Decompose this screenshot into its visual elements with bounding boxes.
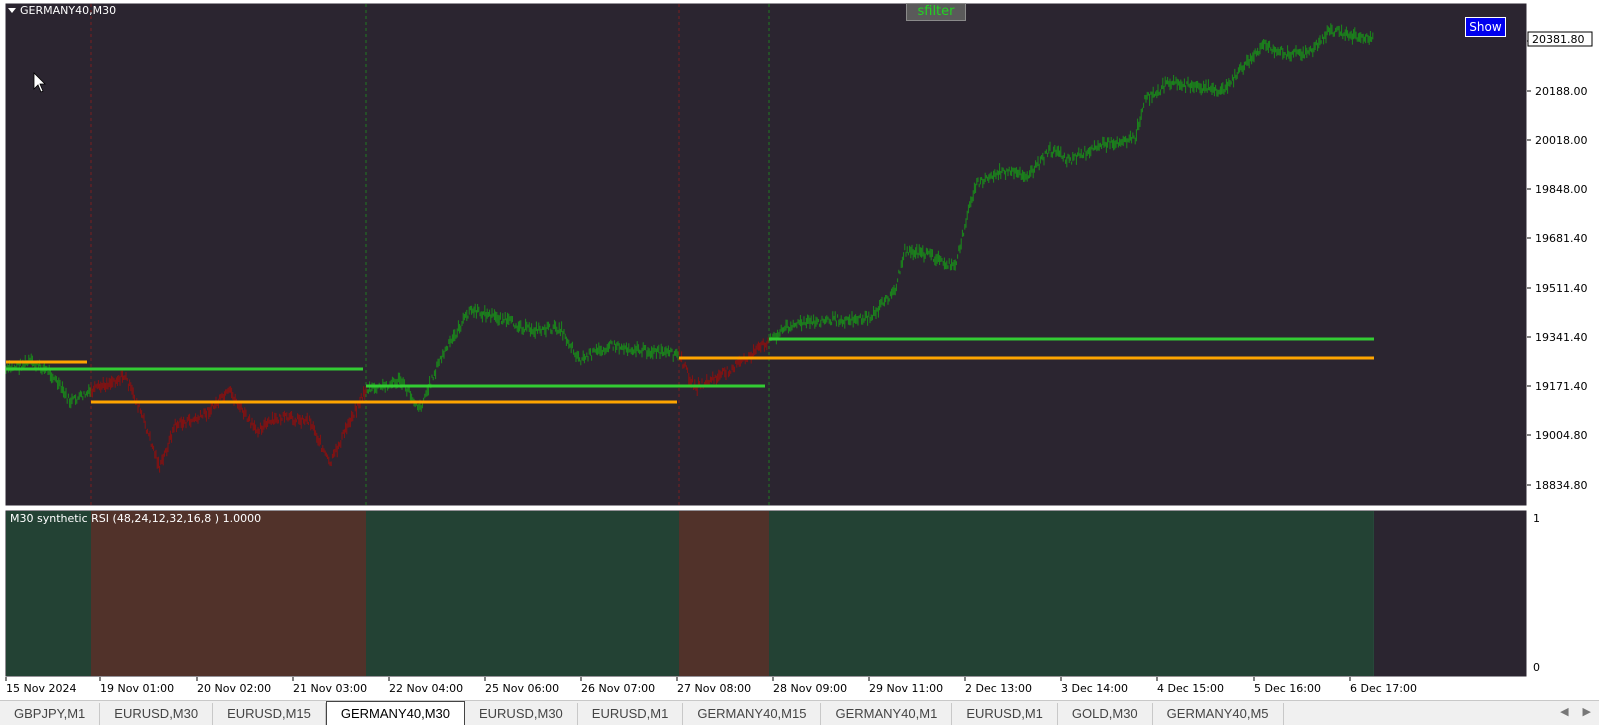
terminal-window: 20358.0020188.0020018.0019848.0019681.40… (0, 0, 1599, 725)
tab-eurusd-m1[interactable]: EURUSD,M1 (578, 703, 684, 725)
tab-scroll-left-icon[interactable]: ◀ (1560, 705, 1568, 718)
sfilter-button[interactable]: sfilter (906, 3, 966, 21)
time-tick-label: 28 Nov 09:00 (773, 682, 847, 695)
time-tick-label: 29 Nov 11:00 (869, 682, 943, 695)
tab-gold-m30[interactable]: GOLD,M30 (1058, 703, 1153, 725)
indicator-label: M30 synthetic RSI (48,24,12,32,16,8 ) 1.… (10, 512, 262, 525)
time-tick-label: 4 Dec 15:00 (1157, 682, 1224, 695)
tab-scroll-right-icon[interactable]: ▶ (1583, 705, 1591, 718)
price-tick-label: 19004.80 (1535, 429, 1588, 442)
time-tick-label: 22 Nov 04:00 (389, 682, 463, 695)
chart-tabs-bar: GBPJPY,M1 EURUSD,M30 EURUSD,M15 GERMANY40,M… (0, 700, 1599, 725)
chart-symbol-label: GERMANY40,M30 (20, 4, 117, 17)
time-axis: 15 Nov 2024 19 Nov 01:00 20 Nov 02:00 21 No… (5, 677, 1417, 695)
time-tick-label: 3 Dec 14:00 (1061, 682, 1128, 695)
dropdown-triangle-icon (8, 8, 16, 13)
price-tick-label: 20188.00 (1535, 85, 1588, 98)
time-tick-label: 5 Dec 16:00 (1254, 682, 1321, 695)
price-tick-label: 19511.40 (1535, 282, 1588, 295)
price-axis: 20358.0020188.0020018.0019848.0019681.40… (1527, 35, 1588, 492)
tab-gbpjpy-m1[interactable]: GBPJPY,M1 (0, 703, 101, 725)
price-tick-label: 19681.40 (1535, 232, 1588, 245)
time-tick-label: 25 Nov 06:00 (485, 682, 559, 695)
price-tick-label: 19341.40 (1535, 331, 1588, 344)
price-tick-label: 19848.00 (1535, 183, 1588, 196)
indicator-bars (5, 511, 1374, 676)
time-tick-label: 6 Dec 17:00 (1350, 682, 1417, 695)
tab-germany40-m15[interactable]: GERMANY40,M15 (683, 703, 822, 725)
time-tick-label: 15 Nov 2024 (6, 682, 76, 695)
time-tick-label: 26 Nov 07:00 (581, 682, 655, 695)
tab-germany40-m30[interactable]: GERMANY40,M30 (325, 701, 465, 725)
tab-eurusd-m15[interactable]: EURUSD,M15 (213, 703, 326, 725)
show-button[interactable]: Show (1465, 17, 1506, 37)
tab-eurusd-m30[interactable]: EURUSD,M30 (465, 703, 578, 725)
time-tick-label: 2 Dec 13:00 (965, 682, 1032, 695)
time-tick-label: 27 Nov 08:00 (677, 682, 751, 695)
tab-eurusd-m30[interactable]: EURUSD,M30 (100, 703, 214, 725)
tab-germany40-m1[interactable]: GERMANY40,M1 (821, 703, 953, 725)
price-tick-label: 19171.40 (1535, 380, 1588, 393)
price-tick-label: 20018.00 (1535, 134, 1588, 147)
current-price-tag: 20381.80 (1532, 33, 1585, 46)
indicator-scale-bottom: 0 (1533, 661, 1540, 674)
time-tick-label: 20 Nov 02:00 (197, 682, 271, 695)
tab-eurusd-m1[interactable]: EURUSD,M1 (952, 703, 1058, 725)
chart-symbol-title[interactable]: GERMANY40,M30 (8, 4, 116, 17)
tab-scroll-arrows: ◀ ▶ (1560, 705, 1591, 718)
chart-area[interactable]: 20358.0020188.0020018.0019848.0019681.40… (0, 0, 1599, 700)
main-chart-background (4, 2, 1528, 507)
time-tick-label: 19 Nov 01:00 (100, 682, 174, 695)
indicator-scale-top: 1 (1533, 512, 1540, 525)
tab-germany40-m5[interactable]: GERMANY40,M5 (1153, 703, 1284, 725)
price-tick-label: 18834.80 (1535, 479, 1588, 492)
time-tick-label: 21 Nov 03:00 (293, 682, 367, 695)
